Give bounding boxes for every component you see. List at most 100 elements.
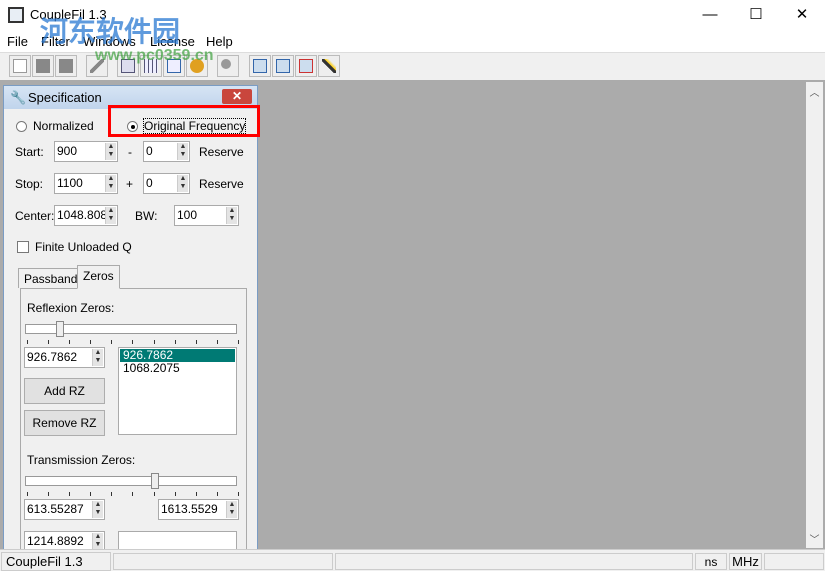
close-window-icon	[299, 59, 313, 73]
spin-arrows-icon[interactable]: ▲ ▼	[177, 143, 188, 160]
start-label: Start:	[15, 145, 44, 159]
finite-unloaded-q-label: Finite Unloaded Q	[35, 240, 132, 254]
transmission-zeros-field[interactable]	[118, 531, 237, 550]
minimize-button[interactable]: —	[687, 0, 733, 30]
tune-button[interactable]	[186, 55, 208, 77]
new-icon	[13, 59, 27, 73]
start-reserve-input[interactable]: 0 ▲ ▼	[143, 141, 190, 162]
menu-license[interactable]: License	[150, 34, 195, 49]
menu-windows[interactable]: Windows	[83, 34, 136, 49]
cascade-button[interactable]	[249, 55, 271, 77]
wand-button[interactable]	[318, 55, 340, 77]
joystick-icon	[190, 59, 204, 73]
stop-reserve-value: 0	[146, 176, 153, 190]
tree-button[interactable]	[163, 55, 185, 77]
start-input[interactable]: 900 ▲ ▼	[54, 141, 118, 162]
stop-reserve-label: Reserve	[199, 177, 244, 191]
transmission-zero-left-input[interactable]: 613.55287 ▲ ▼	[24, 499, 105, 520]
center-value: 1048.8088	[57, 208, 105, 222]
status-bar: CoupleFil 1.3 ns MHz	[0, 549, 825, 571]
stop-reserve-input[interactable]: 0 ▲ ▼	[143, 173, 190, 194]
list-item[interactable]: 1068.2075	[120, 362, 235, 375]
center-label: Center:	[15, 209, 55, 223]
transmission-left-value: 613.55287	[27, 502, 84, 516]
grid-icon	[144, 59, 158, 73]
search-icon	[221, 59, 231, 69]
stop-input[interactable]: 1100 ▲ ▼	[54, 173, 118, 194]
start-reserve-value: 0	[146, 144, 153, 158]
spin-arrows-icon[interactable]: ▲ ▼	[92, 501, 103, 518]
scroll-up-icon[interactable]: ︿	[806, 84, 823, 99]
close-button[interactable]: ✕	[779, 0, 825, 30]
new-button[interactable]	[9, 55, 31, 77]
normalized-label: Normalized	[33, 119, 94, 133]
spin-arrows-icon[interactable]: ▲ ▼	[177, 175, 188, 192]
grid-button[interactable]	[140, 55, 162, 77]
toolbar	[0, 52, 825, 80]
menu-help[interactable]: Help	[206, 34, 233, 49]
tab-zeros[interactable]: Zeros	[77, 265, 120, 289]
open-button[interactable]	[32, 55, 54, 77]
transmission-zero-right-input[interactable]: 1613.5529 ▲ ▼	[158, 499, 239, 520]
finite-unloaded-q-checkbox[interactable]	[17, 241, 29, 253]
tab-passband[interactable]: Passband	[18, 268, 84, 288]
spin-arrows-icon[interactable]: ▲ ▼	[105, 175, 116, 192]
bw-input[interactable]: 100 ▲ ▼	[174, 205, 239, 226]
start-reserve-label: Reserve	[199, 145, 244, 159]
title-bar: CoupleFil 1.3 — ☐ ✕	[0, 0, 825, 30]
search-button[interactable]	[217, 55, 239, 77]
reflexion-zeros-list[interactable]: 926.7862 1068.2075	[118, 347, 237, 435]
spin-arrows-icon[interactable]: ▲ ▼	[105, 143, 116, 160]
tree-icon	[167, 59, 181, 73]
transmission-zero-value: 1214.8892	[27, 534, 84, 548]
spin-arrows-icon[interactable]: ▲ ▼	[226, 207, 237, 224]
normalized-radio[interactable]	[16, 121, 27, 132]
status-app-name: CoupleFil 1.3	[1, 552, 111, 571]
add-rz-button[interactable]: Add RZ	[24, 378, 105, 404]
center-input[interactable]: 1048.8088▲▼	[54, 205, 118, 226]
settings-button[interactable]	[86, 55, 108, 77]
spin-arrows-icon[interactable]: ▲ ▼	[105, 207, 116, 224]
specification-title: Specification	[28, 90, 102, 105]
status-time-unit: ns	[695, 553, 727, 570]
stop-label: Stop:	[15, 177, 44, 191]
reflexion-zeros-label: Reflexion Zeros:	[27, 301, 115, 315]
reflexion-zero-input[interactable]: 926.7862 ▲ ▼	[24, 347, 105, 368]
start-value: 900	[57, 144, 78, 158]
specification-close-button[interactable]: ✕	[222, 89, 252, 104]
specification-window: 🔧 Specification ✕ Normalized Original Fr…	[3, 85, 258, 552]
menu-file[interactable]: File	[7, 34, 28, 49]
transmission-slider-thumb[interactable]	[151, 473, 159, 489]
transmission-zeros-label: Transmission Zeros:	[27, 453, 136, 467]
status-frequency-unit: MHz	[729, 553, 762, 570]
window-title: CoupleFil 1.3	[30, 7, 107, 22]
reflexion-slider-ticks	[27, 340, 239, 344]
status-pane	[764, 553, 824, 570]
bw-label: BW:	[135, 209, 158, 223]
spin-arrows-icon[interactable]: ▲ ▼	[226, 501, 237, 518]
chart-button[interactable]	[117, 55, 139, 77]
spin-arrows-icon[interactable]: ▲ ▼	[92, 533, 103, 550]
view-button[interactable]	[272, 55, 294, 77]
transmission-zeros-slider[interactable]	[25, 476, 237, 486]
spin-arrows-icon[interactable]: ▲ ▼	[92, 349, 103, 366]
cascade-icon	[253, 59, 267, 73]
remove-rz-button[interactable]: Remove RZ	[24, 410, 105, 436]
maximize-button[interactable]: ☐	[733, 0, 779, 30]
status-pane	[335, 553, 693, 570]
start-sign: -	[128, 145, 132, 159]
wand-icon	[322, 59, 336, 73]
wrench-icon: 🔧	[10, 90, 27, 105]
app-icon	[8, 7, 24, 23]
reflexion-slider-thumb[interactable]	[56, 321, 64, 337]
stop-sign: +	[126, 177, 134, 191]
transmission-slider-ticks	[27, 492, 239, 496]
status-pane	[113, 553, 333, 570]
chart-icon	[121, 59, 135, 73]
save-button[interactable]	[55, 55, 77, 77]
transmission-right-value: 1613.5529	[161, 502, 218, 516]
scroll-down-icon[interactable]: ﹀	[806, 531, 823, 546]
vertical-scrollbar[interactable]: ︿ ﹀	[806, 82, 823, 548]
close-window-button[interactable]	[295, 55, 317, 77]
menu-filter[interactable]: Filter	[41, 34, 70, 49]
